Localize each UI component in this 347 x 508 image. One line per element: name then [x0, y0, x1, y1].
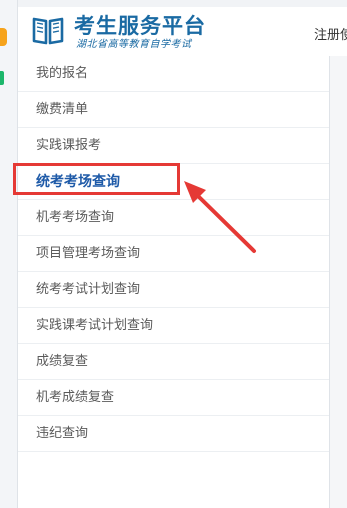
register-link[interactable]: 注册使 — [314, 24, 347, 43]
sidebar-item-violation-query[interactable]: 违纪查询 — [18, 416, 329, 452]
platform-subtitle: 湖北省高等教育自学考试 — [76, 39, 192, 50]
sidebar-item-computer-exam-venue[interactable]: 机考考场查询 — [18, 200, 329, 236]
sidebar-item-my-registration[interactable]: 我的报名 — [18, 56, 329, 92]
open-book-icon — [32, 17, 64, 45]
sidebar-item-unified-exam-schedule[interactable]: 统考考试计划查询 — [18, 272, 329, 308]
header: 考生服务平台 湖北省高等教育自学考试 注册使 — [18, 0, 347, 57]
sidebar-menu: 我的报名 缴费清单 实践课报考 统考考场查询 机考考场查询 项目管理考场查询 统… — [18, 56, 329, 452]
sidebar-item-project-exam-venue[interactable]: 项目管理考场查询 — [18, 236, 329, 272]
sidebar-item-practice-exam-schedule[interactable]: 实践课考试计划查询 — [18, 308, 329, 344]
sidebar-item-unified-exam-venue[interactable]: 统考考场查询 — [18, 164, 329, 200]
sidebar-item-practice-registration[interactable]: 实践课报考 — [18, 128, 329, 164]
left-edge-strip — [0, 0, 18, 508]
sidebar-item-score-review[interactable]: 成绩复查 — [18, 344, 329, 380]
sidebar: 我的报名 缴费清单 实践课报考 统考考场查询 机考考场查询 项目管理考场查询 统… — [18, 56, 330, 508]
sidebar-item-computer-score-review[interactable]: 机考成绩复查 — [18, 380, 329, 416]
orange-tab-fragment — [0, 28, 7, 46]
sidebar-item-payment-list[interactable]: 缴费清单 — [18, 92, 329, 128]
green-tab-fragment — [0, 71, 4, 85]
main-content-area — [330, 56, 347, 508]
header-top-band — [18, 0, 347, 7]
